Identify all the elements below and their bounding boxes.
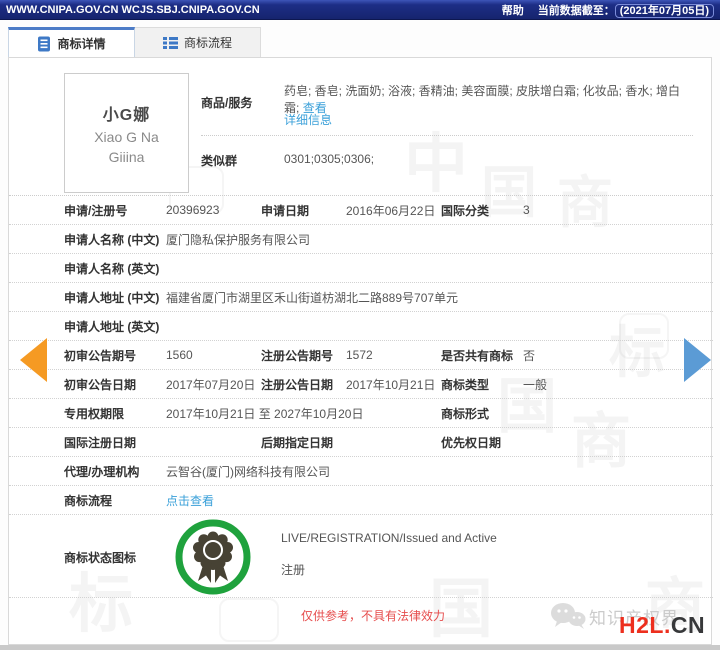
data-cutoff: 当前数据截至：(2021年07月05日)	[538, 2, 714, 18]
field-value: 20396923	[166, 203, 261, 217]
goods-services-label: 商品/服务	[201, 94, 252, 111]
similar-group-value: 0301;0305;0306;	[284, 152, 374, 166]
field-value: 2017年07月20日	[166, 376, 261, 393]
click-to-view-link[interactable]: 点击查看	[166, 492, 713, 509]
cutoff-date: (2021年07月05日)	[615, 4, 714, 18]
status-icon-label: 商标状态图标	[64, 549, 136, 566]
trademark-image: 小G娜 Xiao G Na Giiina	[64, 73, 189, 193]
detail-info-link[interactable]: 详细信息	[284, 111, 332, 128]
field-label: 申请人名称 (英文)	[64, 260, 166, 277]
trademark-summary-section: 小G娜 Xiao G Na Giiina 商品/服务 药皂; 香皂; 洗面奶; …	[9, 58, 713, 196]
field-label: 申请人地址 (中文)	[64, 289, 166, 306]
background-watermark	[219, 598, 279, 642]
table-row: 申请人地址 (英文)	[9, 312, 713, 341]
field-value: 云智谷(厦门)网络科技有限公司	[166, 463, 713, 480]
status-text-cn: 注册	[281, 561, 305, 578]
trademark-detail-panel: 中 国 商 标 国 商 标 国 商 小G娜 Xiao G Na Giiina 商…	[8, 57, 712, 645]
status-text-en: LIVE/REGISTRATION/Issued and Active	[281, 531, 497, 545]
list-icon	[163, 36, 178, 50]
tab-trademark-details[interactable]: 商标详情	[8, 27, 135, 57]
divider	[201, 135, 693, 136]
field-label: 后期指定日期	[261, 434, 346, 451]
field-value: 2017年10月21日	[346, 376, 441, 393]
field-label: 商标类型	[441, 376, 523, 393]
table-row: 专用权期限 2017年10月21日 至 2027年10月20日 商标形式	[9, 399, 713, 428]
chat-bubbles-icon	[549, 601, 587, 631]
trademark-name-en: Giiina	[109, 149, 145, 165]
goods-services-value: 药皂; 香皂; 洗面奶; 浴液; 香精油; 美容面膜; 皮肤增白霜; 化妆品; …	[284, 82, 684, 116]
registered-seal-icon	[174, 518, 252, 596]
field-label: 注册公告日期	[261, 376, 346, 393]
topbar: WWW.CNIPA.GOV.CN WCJS.SBJ.CNIPA.GOV.CN 帮…	[0, 0, 720, 20]
table-row: 申请人名称 (英文)	[9, 254, 713, 283]
field-value: 福建省厦门市湖里区禾山街道枋湖北二路889号707单元	[166, 289, 713, 306]
field-label: 申请/注册号	[64, 202, 166, 219]
table-row: 申请/注册号 20396923 申请日期 2016年06月22日 国际分类 3	[9, 196, 713, 225]
field-label: 申请人地址 (英文)	[64, 318, 166, 335]
tab-label: 商标详情	[57, 35, 105, 52]
tab-trademark-process[interactable]: 商标流程	[135, 27, 261, 57]
table-row: 初审公告期号 1560 注册公告期号 1572 是否共有商标 否	[9, 341, 713, 370]
field-label: 代理/办理机构	[64, 463, 166, 480]
help-link[interactable]: 帮助	[502, 2, 524, 18]
field-label: 申请日期	[261, 202, 346, 219]
trademark-name-pinyin: Xiao G Na	[94, 129, 159, 145]
similar-group-label: 类似群	[201, 152, 237, 169]
document-icon	[37, 36, 51, 52]
field-label: 商标形式	[441, 405, 523, 422]
tab-bar: 商标详情 商标流程	[8, 27, 261, 57]
table-row: 代理/办理机构 云智谷(厦门)网络科技有限公司	[9, 457, 713, 486]
status-section: 商标状态图标 LIVE/REGISTRATION/Issued and Acti…	[9, 515, 713, 598]
disclaimer-text: 仅供参考，不具有法律效力	[301, 607, 445, 624]
tab-label: 商标流程	[184, 34, 232, 51]
field-label: 国际分类	[441, 202, 523, 219]
table-row: 申请人地址 (中文) 福建省厦门市湖里区禾山街道枋湖北二路889号707单元	[9, 283, 713, 312]
field-label: 注册公告期号	[261, 347, 346, 364]
field-label: 是否共有商标	[441, 347, 523, 364]
topbar-urls: WWW.CNIPA.GOV.CN WCJS.SBJ.CNIPA.GOV.CN	[6, 4, 260, 16]
h2l-logo: H2L.CN	[619, 612, 705, 639]
field-value: 2016年06月22日	[346, 202, 441, 219]
table-row: 商标流程 点击查看	[9, 486, 713, 515]
field-label: 优先权日期	[441, 434, 523, 451]
table-row: 国际注册日期 后期指定日期 优先权日期	[9, 428, 713, 457]
field-label: 申请人名称 (中文)	[64, 231, 166, 248]
previous-arrow-button[interactable]	[20, 338, 47, 382]
field-label: 专用权期限	[64, 405, 166, 422]
field-value: 3	[523, 203, 713, 217]
field-label: 初审公告期号	[64, 347, 166, 364]
trademark-name-cn: 小G娜	[103, 101, 150, 125]
field-label: 初审公告日期	[64, 376, 166, 393]
field-label: 商标流程	[64, 492, 166, 509]
next-arrow-button[interactable]	[684, 338, 711, 382]
page: WWW.CNIPA.GOV.CN WCJS.SBJ.CNIPA.GOV.CN 帮…	[0, 0, 720, 650]
field-value: 2017年10月21日 至 2027年10月20日	[166, 405, 441, 422]
field-label: 国际注册日期	[64, 434, 166, 451]
table-row: 初审公告日期 2017年07月20日 注册公告日期 2017年10月21日 商标…	[9, 370, 713, 399]
detail-rows: 申请/注册号 20396923 申请日期 2016年06月22日 国际分类 3 …	[9, 196, 713, 515]
footer-brand: 知识产权界 H2L.CN	[549, 598, 713, 643]
table-row: 申请人名称 (中文) 厦门隐私保护服务有限公司	[9, 225, 713, 254]
bottom-edge	[0, 645, 720, 650]
field-value: 厦门隐私保护服务有限公司	[166, 231, 713, 248]
field-value: 1560	[166, 348, 261, 362]
field-value: 1572	[346, 348, 441, 362]
